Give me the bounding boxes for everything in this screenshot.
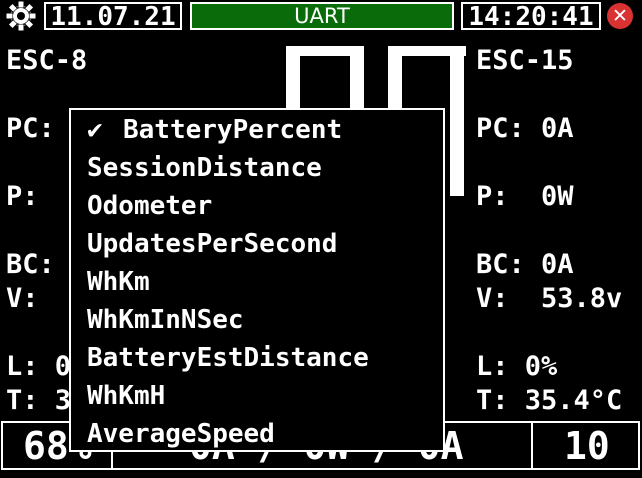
menu-item-whkm[interactable]: WhKm	[87, 267, 150, 297]
left-esc-title: ESC-8	[6, 45, 88, 76]
right-esc-title: ESC-15	[476, 45, 574, 76]
menu-item-battery-percent[interactable]: BatteryPercent	[123, 115, 342, 145]
right-voltage: V: 53.8v	[476, 283, 623, 314]
right-power: P: 0W	[476, 181, 574, 212]
right-temperature: T: 35.4°C	[476, 385, 623, 416]
left-battery-current: BC:	[6, 249, 55, 280]
right-battery-current: BC: 0A	[476, 249, 574, 280]
close-icon[interactable]: ✕	[607, 3, 633, 29]
menu-item-whkm-in-n-sec[interactable]: WhKmInNSec	[87, 305, 244, 335]
menu-item-odometer[interactable]: Odometer	[87, 191, 212, 221]
speed-value: 10	[564, 424, 610, 468]
speed-box[interactable]: 10	[531, 421, 640, 470]
menu-item-average-speed[interactable]: AverageSpeed	[87, 419, 275, 449]
menu-item-whkmh[interactable]: WhKmH	[87, 381, 165, 411]
time-display: 14:20:41	[461, 2, 601, 30]
date-display: 11.07.21	[44, 2, 182, 30]
menu-item-updates-per-second[interactable]: UpdatesPerSecond	[87, 229, 337, 259]
checkmark-icon: ✔	[87, 115, 103, 145]
menu-item-session-distance[interactable]: SessionDistance	[87, 153, 322, 183]
menu-item-battery-est-distance[interactable]: BatteryEstDistance	[87, 343, 369, 373]
settings-gear-icon[interactable]	[4, 0, 38, 32]
right-load: L: 0%	[476, 351, 558, 382]
connection-status-bar: UART	[190, 2, 454, 30]
left-phase-current: PC:	[6, 113, 55, 144]
right-phase-current: PC: 0A	[476, 113, 574, 144]
left-load: L: 0	[6, 351, 72, 382]
left-voltage: V:	[6, 283, 39, 314]
display-option-menu[interactable]: ✔ BatteryPercent SessionDistance Odomete…	[69, 108, 445, 452]
left-power: P:	[6, 181, 39, 212]
left-temperature: T: 3	[6, 385, 72, 416]
